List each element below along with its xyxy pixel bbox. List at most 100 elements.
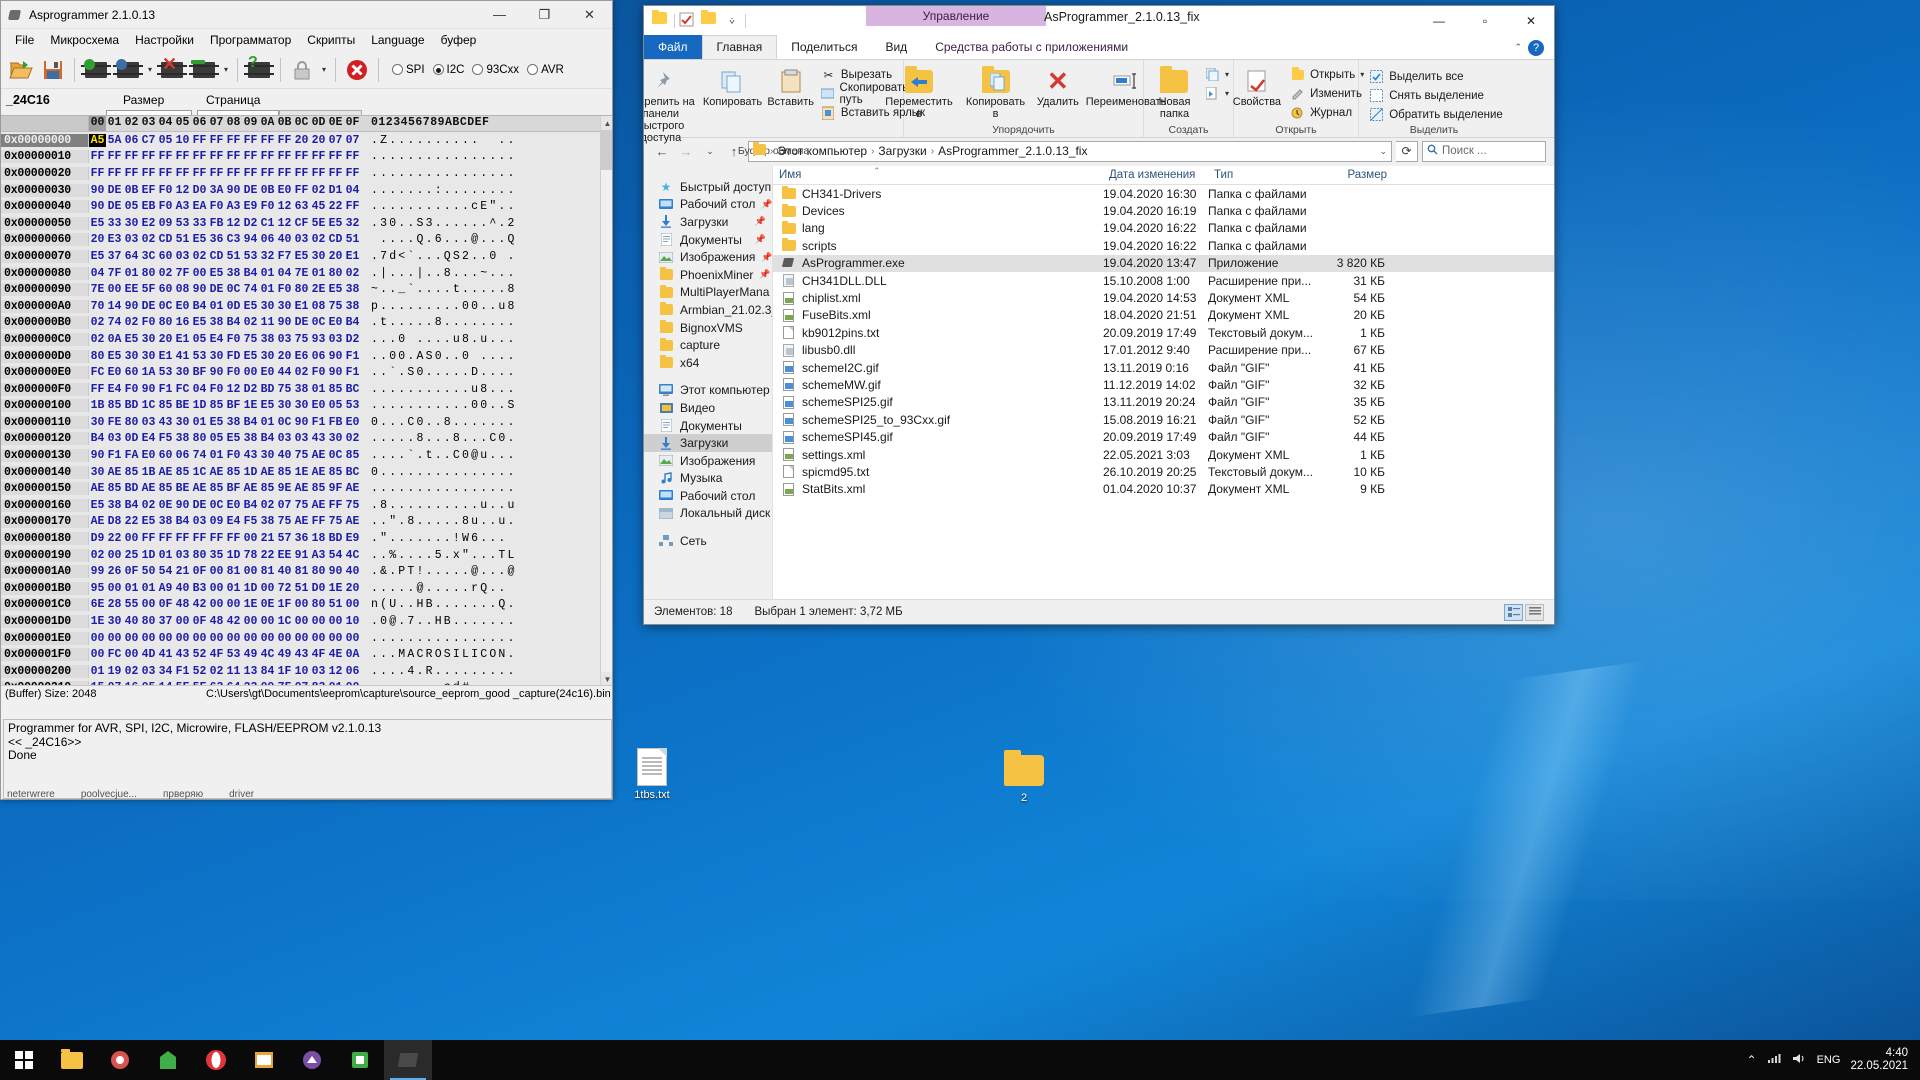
- hex-byte[interactable]: AE: [310, 466, 327, 479]
- hex-byte[interactable]: FF: [157, 167, 174, 180]
- hex-byte[interactable]: 72: [276, 582, 293, 595]
- breadcrumb-item-2[interactable]: AsProgrammer_2.1.0.13_fix: [938, 144, 1087, 158]
- taskbar-app-green[interactable]: [144, 1040, 192, 1080]
- hex-byte[interactable]: FF: [174, 167, 191, 180]
- hex-byte[interactable]: 0E: [259, 598, 276, 611]
- hex-byte[interactable]: F0: [259, 200, 276, 213]
- hex-byte[interactable]: E5: [191, 233, 208, 246]
- hex-row-bytes[interactable]: 7E 00 EE 5F 60 08 90 DE 0C 74 01 F0 80 2E E5 38: [89, 283, 361, 296]
- hex-byte[interactable]: 60: [157, 283, 174, 296]
- file-name-cell[interactable]: schemeSPI25.gif: [773, 395, 1103, 409]
- hex-byte[interactable]: 00: [242, 615, 259, 628]
- hex-byte[interactable]: 03: [293, 432, 310, 445]
- hex-byte[interactable]: 38: [174, 432, 191, 445]
- hex-byte[interactable]: 40: [276, 565, 293, 578]
- hex-byte[interactable]: 4E: [327, 648, 344, 661]
- hex-byte[interactable]: 0B: [123, 184, 140, 197]
- hex-byte[interactable]: 05: [157, 134, 174, 147]
- file-name-cell[interactable]: libusb0.dll: [773, 343, 1103, 357]
- hex-byte[interactable]: 02: [310, 184, 327, 197]
- hex-byte[interactable]: 20: [344, 582, 361, 595]
- hex-byte[interactable]: F1: [344, 366, 361, 379]
- asprogrammer-maximize-button[interactable]: ❐: [522, 1, 567, 28]
- hex-byte[interactable]: DE: [191, 499, 208, 512]
- scroll-up-icon[interactable]: ▲: [601, 116, 612, 130]
- hex-byte[interactable]: E1: [344, 250, 361, 263]
- hex-byte[interactable]: DE: [106, 184, 123, 197]
- hex-row-ascii[interactable]: .t.....8........: [361, 316, 517, 329]
- hex-byte[interactable]: 57: [276, 532, 293, 545]
- hex-byte[interactable]: 07: [276, 499, 293, 512]
- hex-row-bytes[interactable]: A5 5A 06 C7 05 10 FF FF FF FF FF FF 20 20 07 07: [89, 133, 361, 147]
- hex-row-bytes[interactable]: 90 DE 05 EB F0 A3 EA F0 A3 E9 F0 12 63 45 22 FF: [89, 200, 361, 213]
- hex-byte[interactable]: 33: [191, 217, 208, 230]
- hex-byte[interactable]: B4: [259, 432, 276, 445]
- hex-byte[interactable]: B4: [242, 267, 259, 280]
- hex-byte[interactable]: BD: [123, 482, 140, 495]
- hex-byte[interactable]: 4C: [344, 549, 361, 562]
- hex-byte[interactable]: B4: [191, 300, 208, 313]
- hex-row-ascii[interactable]: .8..........u..u: [361, 499, 517, 512]
- hex-row[interactable]: 0x000001B0 95 00 01 01 A9 40 B3 00 01 1D 00 72 51 D0 1E…: [1, 580, 612, 597]
- hex-byte[interactable]: B3: [191, 582, 208, 595]
- hex-byte[interactable]: 52: [191, 665, 208, 678]
- hex-byte[interactable]: 02: [89, 549, 106, 562]
- hex-byte[interactable]: 1B: [89, 399, 106, 412]
- hex-byte[interactable]: 90: [89, 449, 106, 462]
- hex-byte[interactable]: E5: [327, 217, 344, 230]
- hex-byte[interactable]: 40: [276, 449, 293, 462]
- hex-byte[interactable]: 90: [174, 499, 191, 512]
- table-row[interactable]: libusb0.dll 17.01.2012 9:40 Расширение при…: [773, 342, 1554, 359]
- file-list-pane[interactable]: Имя Дата изменения Тип Размер ⌃ CH341-Dr…: [772, 166, 1554, 599]
- table-row[interactable]: spicmd95.txt 26.10.2019 20:25 Текстовый до…: [773, 463, 1554, 480]
- hex-byte[interactable]: FB: [327, 416, 344, 429]
- hex-byte[interactable]: E4: [140, 432, 157, 445]
- hex-byte[interactable]: 00: [225, 598, 242, 611]
- hex-byte[interactable]: 1D: [140, 549, 157, 562]
- hex-byte[interactable]: D0: [310, 582, 327, 595]
- hex-row-ascii[interactable]: ....Q.6...@...Q: [361, 233, 517, 246]
- hex-byte[interactable]: 30: [174, 416, 191, 429]
- hex-byte[interactable]: 75: [327, 300, 344, 313]
- hex-byte[interactable]: FF: [327, 167, 344, 180]
- hex-byte[interactable]: FF: [191, 134, 208, 147]
- hex-byte[interactable]: DE: [106, 200, 123, 213]
- hex-byte[interactable]: E5: [208, 267, 225, 280]
- asprogrammer-close-button[interactable]: ✕: [567, 1, 612, 28]
- hex-row-ascii[interactable]: ................: [361, 632, 517, 645]
- help-icon[interactable]: ?: [1528, 40, 1544, 56]
- hex-byte[interactable]: 81: [293, 565, 310, 578]
- hex-byte[interactable]: 22: [259, 549, 276, 562]
- hex-byte[interactable]: 02: [310, 233, 327, 246]
- hex-byte[interactable]: 75: [293, 499, 310, 512]
- pin-to-quick-access-button[interactable]: Закрепить на панели быстрого доступа: [644, 66, 700, 144]
- hex-byte[interactable]: 05: [191, 333, 208, 346]
- open-button[interactable]: Открыть ▾: [1290, 66, 1364, 83]
- hex-byte[interactable]: 19: [106, 665, 123, 678]
- navigation-pane[interactable]: ★ Быстрый доступ Рабочий стол 📌 Загрузки 📌 Док…: [644, 166, 772, 599]
- hex-byte[interactable]: FF: [344, 200, 361, 213]
- sidebar-item-изображения[interactable]: Изображения: [644, 452, 772, 470]
- hex-byte[interactable]: 01: [310, 383, 327, 396]
- hex-byte[interactable]: 7E: [293, 267, 310, 280]
- hex-byte[interactable]: 00: [123, 648, 140, 661]
- file-name-cell[interactable]: kb9012pins.txt: [773, 326, 1103, 340]
- protocol-radio-i2c[interactable]: I2C: [432, 64, 464, 76]
- table-row[interactable]: schemeMW.gif 11.12.2019 14:02 Файл "GIF" 32…: [773, 376, 1554, 393]
- desktop-icon-2[interactable]: 2: [987, 748, 1061, 804]
- hex-row[interactable]: 0x000000C0 02 0A E5 30 20 E1 05 E4 F0 75 38 03 75 93 03…: [1, 331, 612, 348]
- read-chip-icon[interactable]: [81, 55, 111, 85]
- hex-byte[interactable]: 30: [123, 350, 140, 363]
- hex-byte[interactable]: 43: [310, 432, 327, 445]
- file-name-cell[interactable]: chiplist.xml: [773, 291, 1103, 305]
- hex-byte[interactable]: BC: [344, 383, 361, 396]
- breadcrumb-item-1[interactable]: Загрузки: [878, 144, 926, 158]
- hex-byte[interactable]: 03: [140, 416, 157, 429]
- menu-item-buffer[interactable]: буфер: [433, 31, 485, 49]
- sidebar-item-bignoxvms[interactable]: BignoxVMS: [644, 319, 772, 337]
- hex-byte[interactable]: D2: [344, 333, 361, 346]
- hex-byte[interactable]: A3: [310, 549, 327, 562]
- protocol-radio-93cxx[interactable]: 93Cxx: [472, 64, 519, 76]
- hex-byte[interactable]: 90: [327, 565, 344, 578]
- hex-row[interactable]: 0x00000200 01 19 02 03 34 F1 52 02 11 13 84 1F 10 03 12…: [1, 663, 612, 680]
